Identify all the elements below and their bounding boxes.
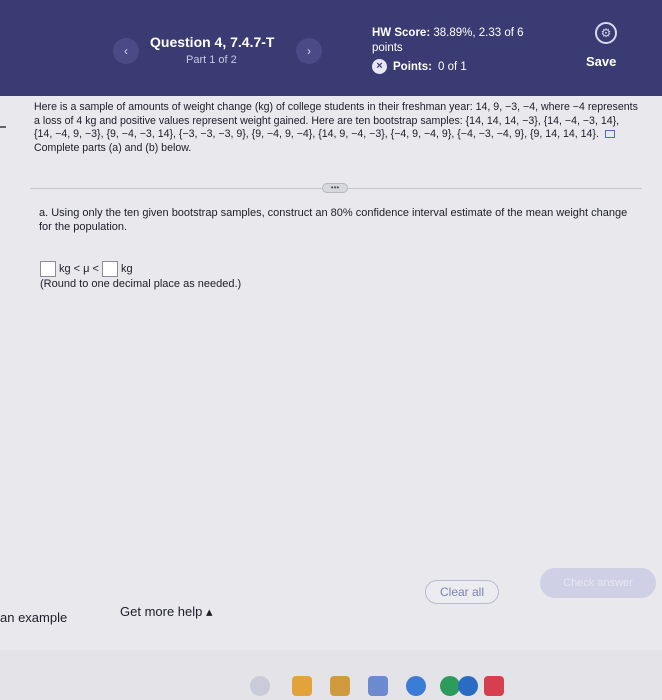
app-icon-6[interactable] <box>440 676 460 696</box>
folder-icon[interactable] <box>292 676 312 696</box>
previous-question-button[interactable]: ‹ <box>113 38 139 64</box>
points-label: Points: <box>393 60 432 73</box>
expand-more-button[interactable]: ••• <box>322 183 348 193</box>
data-table-icon[interactable] <box>604 130 615 139</box>
view-example-link[interactable]: an example <box>0 610 67 625</box>
problem-statement: Here is a sample of amounts of weight ch… <box>34 101 639 155</box>
complete-parts-text: Complete parts (a) and (b) below. <box>34 141 192 154</box>
upper-bound-input[interactable] <box>101 261 118 277</box>
points-row: × Points: 0 of 1 <box>372 59 467 74</box>
screen: ‹ Question 4, 7.4.7-T Part 1 of 2 › HW S… <box>0 0 662 700</box>
mu-inequality: < μ < <box>73 263 99 275</box>
incorrect-x-icon: × <box>372 59 387 74</box>
hw-score-label: HW Score: <box>372 27 431 39</box>
help-link-label: Get more help <box>120 604 203 619</box>
app-icon-7[interactable] <box>458 676 478 696</box>
app-icon-8[interactable] <box>484 676 504 696</box>
app-icon-5[interactable] <box>406 676 426 696</box>
chevron-left-icon: ‹ <box>124 44 128 58</box>
points-value: 0 of 1 <box>437 60 467 73</box>
check-answer-button[interactable]: Check answer <box>540 568 656 598</box>
caret-up-icon: ▴ <box>206 604 213 619</box>
next-question-button[interactable]: › <box>296 38 322 64</box>
app-icon-1[interactable] <box>250 676 270 696</box>
part-a-question: a. Using only the ten given bootstrap sa… <box>39 207 628 233</box>
lower-bound-input[interactable] <box>40 261 56 277</box>
side-marker <box>0 126 6 128</box>
calendar-icon[interactable] <box>330 676 350 696</box>
save-button[interactable]: Save <box>586 54 616 69</box>
settings-button[interactable]: ⚙ <box>595 22 617 44</box>
unit-right: kg <box>120 263 133 275</box>
rounding-note: (Round to one decimal place as needed.) <box>40 278 242 290</box>
get-more-help-link[interactable]: Get more help ▴ <box>120 604 213 620</box>
question-header: ‹ Question 4, 7.4.7-T Part 1 of 2 › HW S… <box>0 0 662 96</box>
question-title: Question 4, 7.4.7-T <box>150 34 275 50</box>
chevron-right-icon: › <box>307 44 311 58</box>
unit-left: kg <box>59 263 71 275</box>
answer-row: kg < μ < kg <box>40 261 133 277</box>
problem-text: Here is a sample of amounts of weight ch… <box>34 101 638 140</box>
part-label: Part 1 of 2 <box>186 54 237 66</box>
app-icon-4[interactable] <box>368 676 388 696</box>
clear-all-button[interactable]: Clear all <box>425 580 499 604</box>
gear-icon: ⚙ <box>600 26 612 40</box>
hw-score: HW Score: 38.89%, 2.33 of 6 points <box>372 26 552 56</box>
